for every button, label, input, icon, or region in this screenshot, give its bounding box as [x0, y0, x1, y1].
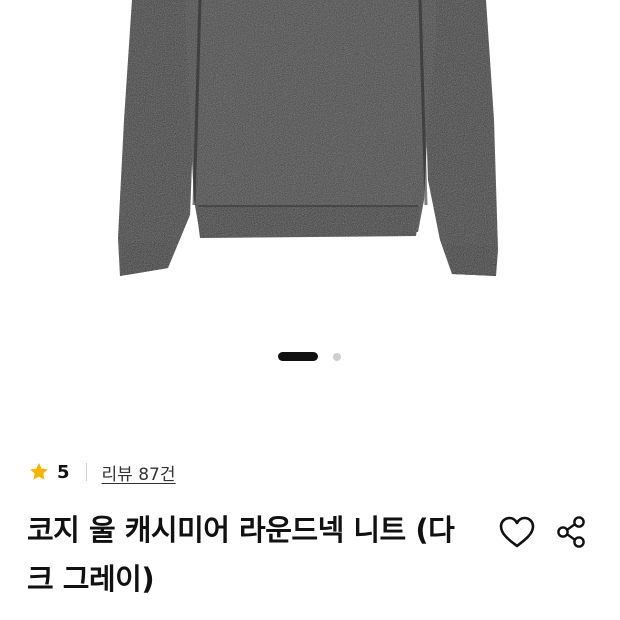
review-count-link[interactable]: 리뷰 87건	[102, 460, 176, 485]
pagination-dot-active[interactable]	[278, 352, 318, 361]
heart-icon	[499, 516, 535, 548]
pagination-dot[interactable]	[333, 353, 341, 361]
product-image	[118, 0, 498, 276]
divider	[85, 463, 87, 481]
like-button[interactable]	[497, 512, 537, 552]
product-title: 코지 울 캐시미어 라운드넥 니트 (다크 그레이)	[27, 513, 455, 596]
share-icon	[557, 516, 585, 548]
rating-summary: 5 리뷰 87건	[28, 458, 176, 486]
star-icon	[30, 463, 48, 480]
rating-value: 5	[57, 461, 70, 483]
share-button[interactable]	[552, 512, 592, 552]
gallery-pagination	[0, 352, 620, 362]
product-image-gallery[interactable]	[0, 0, 620, 380]
